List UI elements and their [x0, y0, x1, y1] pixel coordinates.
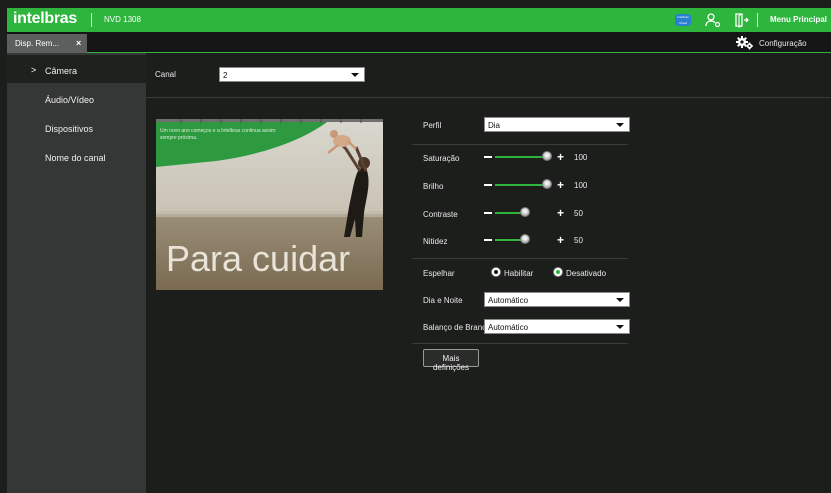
contraste-slider-handle[interactable]	[520, 207, 530, 217]
saturacao-slider-handle[interactable]	[542, 151, 552, 161]
increase-contraste-button[interactable]: +	[557, 207, 564, 219]
sidebar-item-label: Áudio/Vídeo	[45, 95, 95, 105]
close-icon[interactable]: ×	[76, 38, 81, 48]
increase-nitidez-button[interactable]: +	[557, 234, 564, 246]
tab-disp-rem[interactable]: Disp. Rem... ×	[7, 34, 87, 53]
perfil-select[interactable]: Dia	[484, 117, 630, 132]
habilitar-label: Habilitar	[504, 269, 534, 278]
dia-noite-select[interactable]: Automático	[484, 292, 630, 307]
saturacao-label: Saturação	[423, 154, 460, 163]
nitidez-value: 50	[574, 236, 583, 245]
tab-label: Disp. Rem...	[15, 39, 60, 48]
saturacao-slider[interactable]	[495, 156, 547, 158]
balanco-branco-label: Balanço de Branco	[423, 323, 487, 332]
intelbras-logo: intelbras	[13, 10, 77, 27]
desativado-label: Desativado	[566, 269, 607, 278]
main-panel: Canal 2 Um novo ano começou e a Intelbra…	[146, 53, 831, 493]
brilho-label: Brilho	[423, 182, 444, 191]
divider	[412, 343, 628, 344]
sidebar-item-label: Nome do canal	[45, 153, 106, 163]
chevron-down-icon	[616, 298, 624, 302]
decrease-nitidez-button[interactable]	[484, 239, 492, 241]
perfil-label: Perfil	[423, 121, 442, 130]
espelhar-habilitar-radio[interactable]	[491, 267, 501, 277]
divider	[412, 144, 628, 145]
device-model: NVD 1308	[104, 15, 141, 24]
balanco-branco-value: Automático	[488, 323, 529, 332]
balanco-branco-select[interactable]: Automático	[484, 319, 630, 334]
logout-icon[interactable]	[733, 12, 749, 28]
chevron-down-icon	[616, 123, 624, 127]
perfil-value: Dia	[488, 121, 501, 130]
sidebar-item-label: Dispositivos	[45, 124, 94, 134]
decrease-brilho-button[interactable]	[484, 184, 492, 186]
brilho-slider-handle[interactable]	[542, 179, 552, 189]
chevron-down-icon	[616, 325, 624, 329]
nitidez-slider[interactable]	[495, 239, 521, 241]
sidebar-item-dispositivos[interactable]: Dispositivos	[7, 113, 146, 141]
contraste-slider[interactable]	[495, 212, 521, 214]
canal-value: 2	[223, 71, 228, 80]
sidebar-item-camera[interactable]: > Câmera	[7, 55, 146, 83]
preview-caption: Um novo ano começou e a Intelbras contin…	[160, 128, 277, 141]
espelhar-label: Espelhar	[423, 269, 455, 278]
sidebar-item-nome-do-canal[interactable]: Nome do canal	[7, 142, 146, 170]
nitidez-slider-handle[interactable]	[520, 234, 530, 244]
dia-noite-label: Dia e Noite	[423, 296, 463, 305]
dia-noite-value: Automático	[488, 296, 529, 305]
preview-headline: Para cuidar	[166, 238, 351, 279]
divider	[412, 258, 628, 259]
user-settings-icon[interactable]	[705, 12, 721, 28]
mais-definicoes-button[interactable]: Mais definições	[423, 349, 479, 372]
cloud-label: Intelbras Cloud	[677, 15, 689, 25]
espelhar-desativado-radio[interactable]	[553, 267, 563, 277]
sidebar-item-audio-video[interactable]: Áudio/Vídeo	[7, 84, 146, 112]
video-preview[interactable]: Um novo ano começou e a Intelbras contin…	[156, 119, 383, 290]
canal-label: Canal	[155, 70, 176, 79]
gear-icon[interactable]	[736, 36, 754, 50]
top-bar: intelbras NVD 1308 Intelbras Cloud Menu …	[7, 8, 831, 32]
topbar-divider	[757, 13, 758, 27]
decrease-saturacao-button[interactable]	[484, 156, 492, 158]
chevron-down-icon	[351, 73, 359, 77]
sidebar-item-label: Câmera	[45, 66, 78, 76]
brilho-value: 100	[574, 181, 588, 190]
decrease-contraste-button[interactable]	[484, 212, 492, 214]
canal-row: Canal 2	[146, 53, 831, 98]
canal-select[interactable]: 2	[219, 67, 365, 82]
increase-saturacao-button[interactable]: +	[557, 151, 564, 163]
chevron-right-icon: >	[31, 65, 37, 75]
sidebar: > Câmera Áudio/Vídeo Dispositivos Nome d…	[7, 53, 146, 493]
menu-principal-link[interactable]: Menu Principal	[770, 15, 827, 24]
saturacao-value: 100	[574, 153, 588, 162]
radio-dot	[494, 270, 498, 274]
brilho-slider[interactable]	[495, 184, 547, 186]
configuracao-link[interactable]: Configuração	[759, 39, 807, 48]
logo-divider	[91, 13, 92, 27]
increase-brilho-button[interactable]: +	[557, 179, 564, 191]
cloud-icon[interactable]: Intelbras Cloud	[675, 14, 691, 26]
nitidez-label: Nitidez	[423, 237, 448, 246]
radio-dot	[556, 270, 560, 274]
contraste-label: Contraste	[423, 210, 458, 219]
tab-bar: Disp. Rem... × Configuração	[7, 32, 831, 53]
contraste-value: 50	[574, 209, 583, 218]
